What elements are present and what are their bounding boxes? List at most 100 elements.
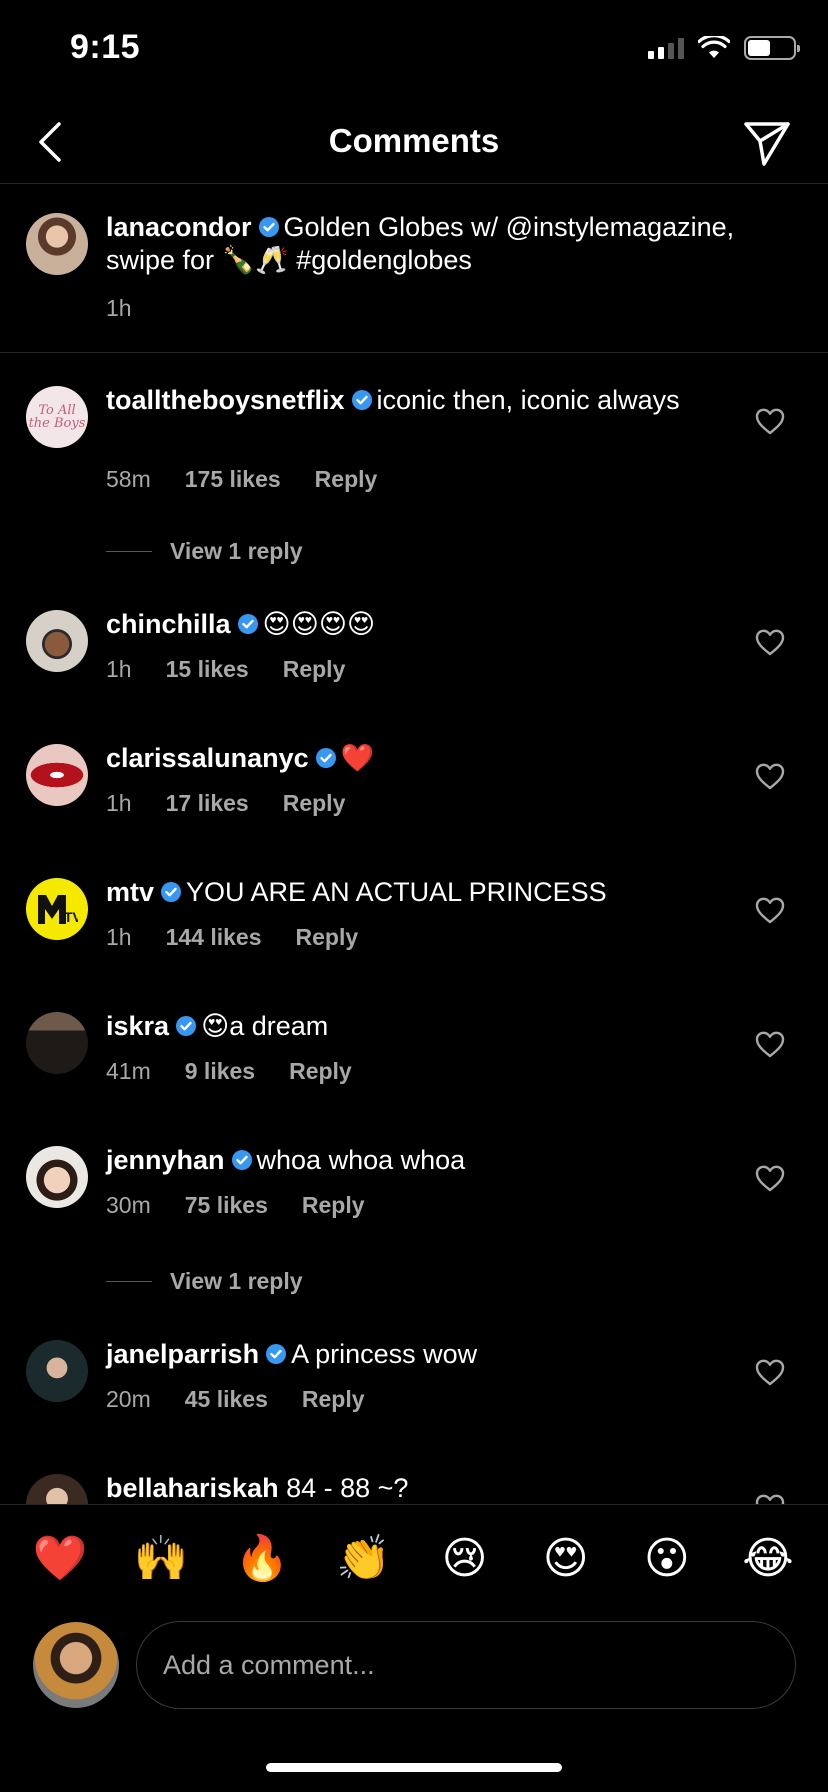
like-button[interactable] <box>754 895 786 927</box>
reply-button[interactable]: Reply <box>315 466 378 493</box>
heart-outline-icon <box>755 1494 785 1504</box>
status-icons <box>648 36 800 60</box>
like-button[interactable] <box>754 406 786 438</box>
comment-body: iconic then, iconic always <box>376 385 680 415</box>
reply-thread-line <box>106 551 152 552</box>
timestamp: 58m <box>106 466 151 492</box>
verified-badge-icon <box>161 882 182 902</box>
comment-text: bellahariskah 84 - 88 ~? <box>106 1472 746 1504</box>
comment-text: mtv YOU ARE AN ACTUAL PRINCESS <box>106 876 746 909</box>
emoji-crying-button[interactable]: 😢 <box>437 1536 493 1581</box>
like-button[interactable] <box>754 627 786 659</box>
emoji-clap-button[interactable]: 👏 <box>335 1536 391 1581</box>
likes-count[interactable]: 45 likes <box>185 1386 268 1413</box>
username[interactable]: iskra <box>106 1011 169 1041</box>
avatar[interactable]: TV <box>26 878 88 940</box>
reply-button[interactable]: Reply <box>283 656 346 683</box>
verified-badge-icon <box>258 217 279 237</box>
likes-count[interactable]: 75 likes <box>185 1192 268 1219</box>
username[interactable]: janelparrish <box>106 1339 259 1369</box>
comment-body: 84 - 88 ~? <box>286 1473 409 1503</box>
like-button[interactable] <box>754 1357 786 1389</box>
avatar[interactable]: To All the Boys <box>26 386 88 448</box>
comments-header: Comments <box>0 100 828 184</box>
timestamp: 1h <box>106 656 132 682</box>
battery-icon <box>744 36 800 60</box>
reply-button[interactable]: Reply <box>302 1192 365 1219</box>
likes-count[interactable]: 175 likes <box>185 466 281 493</box>
comment-text: toalltheboysnetflix iconic then, iconic a… <box>106 384 746 417</box>
timestamp: 1h <box>106 924 132 950</box>
username[interactable]: bellahariskah <box>106 1473 279 1503</box>
avatar[interactable] <box>26 1340 88 1402</box>
avatar[interactable] <box>26 744 88 806</box>
username[interactable]: jennyhan <box>106 1145 225 1175</box>
comment-body: 😍a dream <box>201 1011 329 1041</box>
like-button[interactable] <box>754 761 786 793</box>
svg-text:TV: TV <box>64 909 78 925</box>
avatar[interactable] <box>26 1146 88 1208</box>
share-button[interactable] <box>742 118 792 168</box>
comment-text: chinchilla 😍😍😍😍 <box>106 608 746 641</box>
emoji-raised-hands-button[interactable]: 🙌 <box>133 1536 189 1581</box>
emoji-laughing-button[interactable]: 😂 <box>740 1536 796 1581</box>
like-button[interactable] <box>754 1492 786 1504</box>
like-button[interactable] <box>754 1163 786 1195</box>
emoji-heart-button[interactable]: ❤️ <box>32 1536 88 1581</box>
comment-input-wrapper <box>136 1621 796 1709</box>
view-replies-button[interactable]: View 1 reply <box>106 1268 303 1295</box>
likes-count[interactable]: 17 likes <box>166 790 249 817</box>
comment-list[interactable]: To All the Boys toalltheboysnetflix iconic… <box>0 354 828 1504</box>
like-button[interactable] <box>754 1029 786 1061</box>
verified-badge-icon <box>237 614 258 634</box>
status-time: 9:15 <box>70 28 141 66</box>
username[interactable]: toalltheboysnetflix <box>106 385 345 415</box>
comment-body: A princess wow <box>291 1339 478 1369</box>
verified-badge-icon <box>176 1016 197 1036</box>
comment-composer <box>0 1612 828 1724</box>
home-indicator[interactable] <box>266 1763 562 1772</box>
timestamp: 20m <box>106 1386 151 1412</box>
reply-button[interactable]: Reply <box>302 1386 365 1413</box>
avatar[interactable] <box>26 213 88 275</box>
comment-meta: 41m 9 likes Reply <box>106 1058 352 1085</box>
emoji-fire-button[interactable]: 🔥 <box>234 1536 290 1581</box>
timestamp: 41m <box>106 1058 151 1084</box>
status-bar: 9:15 <box>0 0 828 100</box>
reply-button[interactable]: Reply <box>283 790 346 817</box>
comment-text: iskra 😍a dream <box>106 1010 746 1043</box>
caption-meta: 1h <box>106 295 132 322</box>
comment-input[interactable] <box>137 1622 795 1708</box>
username[interactable]: chinchilla <box>106 609 231 639</box>
avatar[interactable] <box>26 610 88 672</box>
reply-button[interactable]: Reply <box>296 924 359 951</box>
emoji-heart-eyes-button[interactable]: 😍 <box>538 1536 594 1581</box>
post-caption: lanacondor Golden Globes w/ @instylemagaz… <box>0 185 828 353</box>
timestamp: 1h <box>106 790 132 816</box>
current-user-avatar <box>33 1622 119 1708</box>
likes-count[interactable]: 15 likes <box>166 656 249 683</box>
likes-count[interactable]: 9 likes <box>185 1058 255 1085</box>
comment-meta: 20m 45 likes Reply <box>106 1386 365 1413</box>
heart-outline-icon <box>755 408 785 435</box>
username[interactable]: clarissalunanyc <box>106 743 309 773</box>
likes-count[interactable]: 144 likes <box>166 924 262 951</box>
reply-button[interactable]: Reply <box>289 1058 352 1085</box>
mtv-logo-icon: TV <box>38 895 78 925</box>
comment-meta: 1h 144 likes Reply <box>106 924 358 951</box>
comment-meta: 30m 75 likes Reply <box>106 1192 365 1219</box>
view-replies-button[interactable]: View 1 reply <box>106 538 303 565</box>
verified-badge-icon <box>266 1344 287 1364</box>
wifi-icon <box>698 36 730 58</box>
emoji-surprised-button[interactable]: 😮 <box>639 1536 695 1581</box>
username[interactable]: mtv <box>106 877 154 907</box>
heart-outline-icon <box>755 1165 785 1192</box>
avatar[interactable] <box>26 1474 88 1504</box>
username[interactable]: lanacondor <box>106 212 252 242</box>
view-replies-label: View 1 reply <box>170 1268 303 1294</box>
comment-body: YOU ARE AN ACTUAL PRINCESS <box>186 877 607 907</box>
comment-meta: 58m 175 likes Reply <box>106 466 377 493</box>
heart-outline-icon <box>755 1031 785 1058</box>
timestamp: 1h <box>106 295 132 321</box>
avatar[interactable] <box>26 1012 88 1074</box>
